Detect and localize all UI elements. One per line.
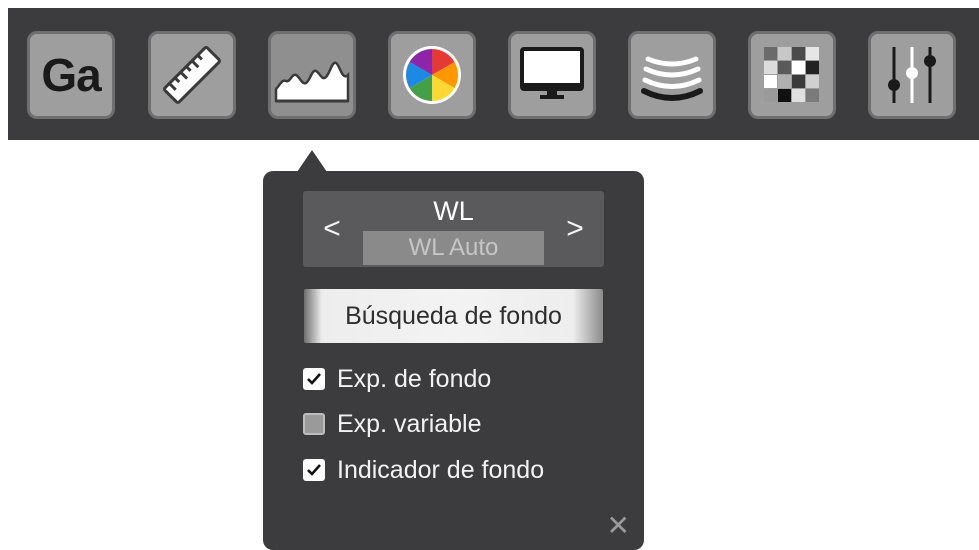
checkbox-checked[interactable] — [303, 368, 325, 390]
toolbar: Ga — [8, 8, 979, 140]
prev-mode-button[interactable]: < — [303, 191, 361, 267]
histogram-button[interactable] — [268, 31, 356, 119]
sliders-icon — [888, 47, 936, 103]
checkbox-unchecked[interactable] — [303, 413, 325, 435]
check-icon — [307, 373, 321, 385]
check-icon — [307, 464, 321, 476]
mode-value: WL Auto — [363, 231, 544, 265]
option-label: Exp. variable — [337, 409, 482, 438]
next-mode-button[interactable]: > — [546, 191, 604, 267]
wl-selector: < WL WL Auto > — [303, 191, 604, 267]
option-bg-exposure[interactable]: Exp. de fondo — [303, 361, 491, 397]
checkbox-checked[interactable] — [303, 459, 325, 481]
grid-icon — [764, 47, 819, 102]
histogram-popup: < WL WL Auto > Búsqueda de fondo Exp. de… — [263, 171, 644, 550]
option-bg-indicator[interactable]: Indicador de fondo — [303, 452, 544, 488]
color-wheel-icon — [403, 46, 461, 104]
waves-icon — [641, 56, 703, 101]
option-label: Indicador de fondo — [337, 455, 545, 484]
popup-pointer — [297, 150, 327, 172]
gain-text-icon: Ga — [41, 49, 101, 101]
option-variable-exposure[interactable]: Exp. variable — [303, 406, 482, 442]
measure-button[interactable] — [148, 31, 236, 119]
adjust-button[interactable] — [868, 31, 956, 119]
color-button[interactable] — [388, 31, 476, 119]
background-search-button[interactable]: Búsqueda de fondo — [304, 289, 603, 343]
mode-label: WL — [433, 196, 474, 226]
close-icon[interactable]: ✕ — [607, 512, 630, 540]
ruler-icon — [163, 46, 221, 104]
gain-button[interactable]: Ga — [27, 31, 115, 119]
display-button[interactable] — [508, 31, 596, 119]
grid-button[interactable] — [748, 31, 836, 119]
sonar-button[interactable] — [628, 31, 716, 119]
option-label: Exp. de fondo — [337, 364, 492, 393]
monitor-icon — [520, 47, 584, 99]
histogram-icon — [274, 61, 350, 103]
